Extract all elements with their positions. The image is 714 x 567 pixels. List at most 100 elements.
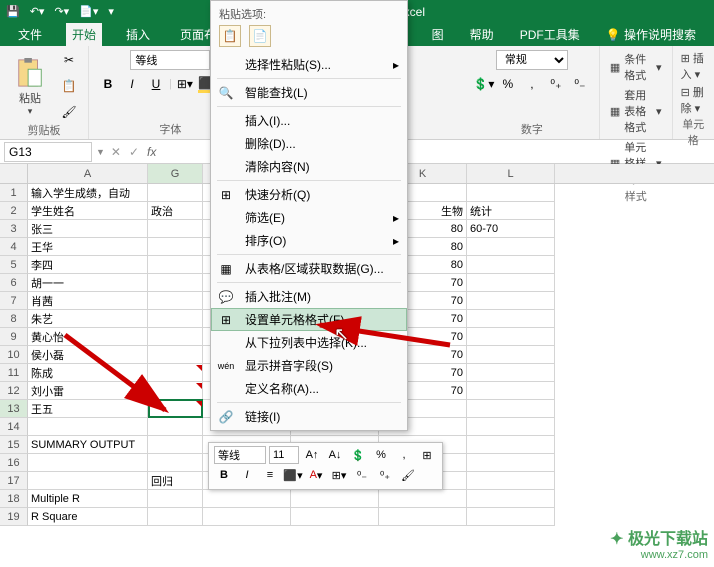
menu-clear[interactable]: 清除内容(N) (211, 155, 407, 178)
row-header-7[interactable]: 7 (0, 292, 28, 310)
cell-A8[interactable]: 朱艺 (28, 310, 148, 328)
row-header-16[interactable]: 16 (0, 454, 28, 472)
mini-align-icon[interactable]: ≡ (260, 466, 280, 484)
cell-L1[interactable] (467, 184, 555, 202)
border-button[interactable]: ⊞▾ (174, 74, 196, 94)
cell-A13[interactable]: 王五 (28, 400, 148, 418)
row-header-2[interactable]: 2 (0, 202, 28, 220)
menu-delete[interactable]: 删除(D)... (211, 132, 407, 155)
row-header-6[interactable]: 6 (0, 274, 28, 292)
font-name-select[interactable] (130, 50, 210, 70)
cell-G11[interactable] (148, 364, 203, 382)
name-box[interactable] (4, 142, 92, 162)
cell-G17[interactable]: 回归 (148, 472, 203, 490)
mini-dec-decimal-icon[interactable]: ⁰₋ (352, 466, 372, 484)
table-format-button[interactable]: ▦ 套用表格格式 ▾ (608, 86, 664, 136)
mini-increase-font-icon[interactable]: A↑ (302, 446, 322, 464)
cell-A14[interactable] (28, 418, 148, 436)
paste-button[interactable]: 粘贴▾ (8, 56, 52, 117)
mini-font-color-icon[interactable]: A▾ (306, 466, 326, 484)
format-painter-icon[interactable]: 🖌 (58, 102, 80, 122)
mini-italic-button[interactable]: I (237, 466, 257, 484)
cell-A2[interactable]: 学生姓名 (28, 202, 148, 220)
cell-A12[interactable]: 刘小雷 (28, 382, 148, 400)
cell-G5[interactable] (148, 256, 203, 274)
cell-L7[interactable] (467, 292, 555, 310)
cell-G1[interactable] (148, 184, 203, 202)
cell-G2[interactable]: 政治 (148, 202, 203, 220)
cell-A4[interactable]: 王华 (28, 238, 148, 256)
qat-more-icon[interactable]: 📄▾ (79, 5, 98, 18)
mini-border-icon[interactable]: ⊞▾ (329, 466, 349, 484)
menu-insert[interactable]: 插入(I)... (211, 109, 407, 132)
increase-decimal-button[interactable]: ⁰₊ (545, 74, 567, 94)
row-header-3[interactable]: 3 (0, 220, 28, 238)
underline-button[interactable]: U (145, 74, 167, 94)
menu-insert-comment[interactable]: 💬插入批注(M) (211, 285, 407, 308)
cell-G6[interactable] (148, 274, 203, 292)
menu-pick-from-list[interactable]: 从下拉列表中选择(K)... (211, 331, 407, 354)
menu-quick-analysis[interactable]: ⊞快速分析(Q) (211, 183, 407, 206)
cell-A9[interactable]: 黄心怡 (28, 328, 148, 346)
paste-option-values-icon[interactable]: 📄 (249, 25, 271, 47)
decrease-decimal-button[interactable]: ⁰₋ (569, 74, 591, 94)
tab-tellme[interactable]: 💡 操作说明搜索 (600, 23, 702, 46)
tab-pdf[interactable]: PDF工具集 (514, 23, 586, 46)
namebox-dropdown-icon[interactable]: ▼ (96, 147, 105, 157)
cell-G9[interactable] (148, 328, 203, 346)
cancel-icon[interactable]: ✕ (111, 145, 121, 159)
row-header-14[interactable]: 14 (0, 418, 28, 436)
cell-A16[interactable] (28, 454, 148, 472)
mini-format-painter2-icon[interactable]: 🖌 (398, 466, 418, 484)
mini-font-name[interactable] (214, 446, 266, 464)
cell-L4[interactable] (467, 238, 555, 256)
col-header-A[interactable]: A (28, 164, 148, 183)
mini-accounting-icon[interactable]: 💲 (348, 446, 368, 464)
cell-J18[interactable] (291, 490, 379, 508)
cell-A19[interactable]: R Square (28, 508, 148, 526)
cell-L18[interactable] (467, 490, 555, 508)
cell-G18[interactable] (148, 490, 203, 508)
cell-L9[interactable] (467, 328, 555, 346)
cell-G16[interactable] (148, 454, 203, 472)
mini-comma-icon[interactable]: , (394, 446, 414, 464)
menu-smart-lookup[interactable]: 🔍智能查找(L) (211, 81, 407, 104)
bold-button[interactable]: B (97, 74, 119, 94)
mini-format-painter-icon[interactable]: ⊞ (417, 446, 437, 464)
undo-icon[interactable]: ↶▾ (30, 5, 45, 18)
fx-icon[interactable]: fx (147, 145, 156, 159)
cell-K18[interactable] (379, 490, 467, 508)
cell-G10[interactable] (148, 346, 203, 364)
italic-button[interactable]: I (121, 74, 143, 94)
cell-A10[interactable]: 侯小磊 (28, 346, 148, 364)
delete-cells-button[interactable]: ⊟ 删除 ▾ (681, 84, 706, 116)
cell-L2[interactable]: 统计 (467, 202, 555, 220)
cell-K19[interactable] (379, 508, 467, 526)
cell-A17[interactable] (28, 472, 148, 490)
menu-filter[interactable]: 筛选(E)▸ (211, 206, 407, 229)
row-header-1[interactable]: 1 (0, 184, 28, 202)
row-header-8[interactable]: 8 (0, 310, 28, 328)
cell-L13[interactable] (467, 400, 555, 418)
menu-phonetic[interactable]: wén显示拼音字段(S) (211, 354, 407, 377)
cut-icon[interactable]: ✂ (58, 50, 80, 70)
row-header-13[interactable]: 13 (0, 400, 28, 418)
cell-A18[interactable]: Multiple R (28, 490, 148, 508)
cell-L17[interactable] (467, 472, 555, 490)
mini-font-size[interactable] (269, 446, 299, 464)
conditional-format-button[interactable]: ▦ 条件格式 ▾ (608, 50, 664, 84)
comma-button[interactable]: , (521, 74, 543, 94)
save-icon[interactable]: 💾 (6, 5, 20, 18)
cell-L3[interactable]: 60-70 (467, 220, 555, 238)
row-header-18[interactable]: 18 (0, 490, 28, 508)
col-header-L[interactable]: L (467, 164, 555, 183)
row-header-19[interactable]: 19 (0, 508, 28, 526)
menu-format-cells[interactable]: ⊞设置单元格格式(F)... (211, 308, 407, 331)
mini-fill-color-icon[interactable]: ⬛▾ (283, 466, 303, 484)
row-header-12[interactable]: 12 (0, 382, 28, 400)
tab-insert[interactable]: 插入 (120, 23, 156, 46)
cell-L14[interactable] (467, 418, 555, 436)
tab-view[interactable]: 图 (426, 23, 450, 46)
insert-cells-button[interactable]: ⊞ 插入 ▾ (681, 50, 706, 82)
cell-G8[interactable] (148, 310, 203, 328)
